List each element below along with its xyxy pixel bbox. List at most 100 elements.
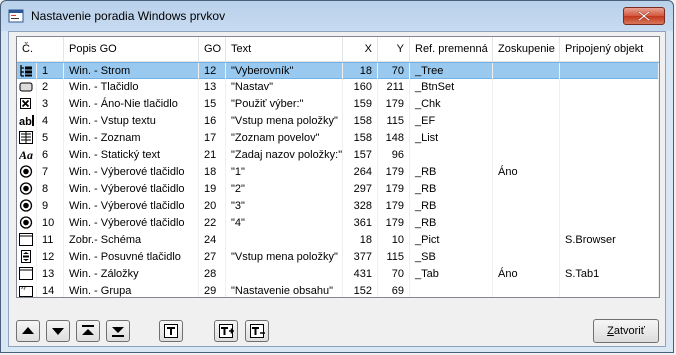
column-header-objekt[interactable]: Pripojený objekt [560,37,659,61]
cell-x: 361 [343,215,378,232]
cell-x: 160 [343,79,378,96]
cell-num: 11 [37,232,64,249]
cell-num: 10 [37,215,64,232]
move-down-button[interactable] [46,320,70,342]
table-row[interactable]: 5 Win. - Zoznam 17 "Zoznam povelov" 158 148 _L… [17,130,659,147]
table-header: Č. Popis GO GO Text X Y Ref. premenná Zo… [17,37,659,62]
cell-popis: Win. - Posuvné tlačidlo [64,249,199,266]
cell-y: 179 [378,198,410,215]
tab-insert-after-button[interactable] [245,320,269,342]
cell-obj [560,283,659,297]
column-header-text[interactable]: Text [226,37,343,61]
cell-obj [560,198,659,215]
cell-num: 8 [37,181,64,198]
cell-go: 22 [199,215,226,232]
cell-num: 6 [37,147,64,164]
cell-ref: _List [410,130,493,147]
cell-zosk [493,283,560,297]
cell-ref: _Chk [410,96,493,113]
tab-insert-after-icon [250,324,265,338]
window-close-button[interactable] [623,7,665,25]
cell-x: 157 [343,147,378,164]
close-dialog-button[interactable]: Zatvoriť [593,319,659,343]
tab-order-button[interactable] [159,320,183,342]
column-header-x[interactable]: X [343,37,378,61]
cell-popis: Win. - Zoznam [64,130,199,147]
tab-order-icon [164,324,178,338]
table-row[interactable]: 3 Win. - Áno-Nie tlačidlo 15 "Použiť výber:… [17,96,659,113]
table-row[interactable]: 9 Win. - Výberové tlačidlo 20 "3" 328 179 _RB [17,198,659,215]
cell-ref: _RB [410,215,493,232]
cell-zosk [493,147,560,164]
checkbox-icon [17,96,37,113]
cell-popis: Win. - Výberové tlačidlo [64,164,199,181]
cell-ref: _RB [410,164,493,181]
cell-go: 20 [199,198,226,215]
cell-x: 18 [343,63,378,80]
elements-table[interactable]: Č. Popis GO GO Text X Y Ref. premenná Zo… [16,36,660,298]
cell-popis: Win. - Výberové tlačidlo [64,215,199,232]
cell-y: 115 [378,249,410,266]
table-row[interactable]: 10 Win. - Výberové tlačidlo 22 "4" 361 179 _RB [17,215,659,232]
column-header-num[interactable]: Č. [17,37,64,61]
tab-insert-before-button[interactable] [214,320,238,342]
cell-text: "3" [226,198,343,215]
column-header-popis[interactable]: Popis GO [64,37,199,61]
cell-text: "Nastavenie obsahu" [226,283,343,297]
cell-y: 179 [378,181,410,198]
table-row[interactable]: 11 Zobr.- Schéma 24 18 10 _Pict S.Browser [17,232,659,249]
cell-obj [560,164,659,181]
dialog-window: Nastavenie poradia Windows prvkov Č. Pop… [0,0,674,353]
move-bottom-button[interactable] [106,320,130,342]
cell-zosk: Áno [493,164,560,181]
table-row[interactable]: 13 Win. - Záložky 28 431 70 _Tab Áno S.Tab1 [17,266,659,283]
cell-go: 24 [199,232,226,249]
move-up-button[interactable] [16,320,40,342]
column-header-go[interactable]: GO [199,37,226,61]
table-row[interactable]: xy 14 Win. - Grupa 29 "Nastavenie obsahu" 152… [17,283,659,297]
cell-y: 69 [378,283,410,297]
column-header-zoskupenie[interactable]: Zoskupenie [493,37,560,61]
table-row[interactable]: ab 4 Win. - Vstup textu 16 "Vstup mena polož… [17,113,659,130]
cell-x: 328 [343,198,378,215]
column-header-ref[interactable]: Ref. premenná [410,37,493,61]
table-row[interactable]: 8 Win. - Výberové tlačidlo 19 "2" 297 179 _RB [17,181,659,198]
cell-obj [560,130,659,147]
svg-text:xy: xy [21,285,27,291]
cell-text: "2" [226,181,343,198]
table-row[interactable]: 1 Win. - Strom 12 "Vyberovník" 18 70 _Tree [17,62,659,80]
cell-obj [560,96,659,113]
title-bar[interactable]: Nastavenie poradia Windows prvkov [1,1,673,31]
window-title: Nastavenie poradia Windows prvkov [31,9,226,23]
cell-go: 15 [199,96,226,113]
cell-zosk [493,63,560,80]
cell-obj [560,249,659,266]
cell-num: 4 [37,113,64,130]
cell-y: 179 [378,215,410,232]
cell-obj [560,215,659,232]
cell-y: 96 [378,147,410,164]
cell-zosk [493,113,560,130]
cell-popis: Zobr.- Schéma [64,232,199,249]
cell-x: 264 [343,164,378,181]
cell-num: 14 [37,283,64,297]
cell-x: 159 [343,96,378,113]
table-row[interactable]: 7 Win. - Výberové tlačidlo 18 "1" 264 179 _RB Á… [17,164,659,181]
move-top-button[interactable] [76,320,100,342]
cell-x: 152 [343,283,378,297]
close-button-label: atvoriť [613,325,645,337]
table-row[interactable]: 2 Win. - Tlačidlo 13 "Nastav" 160 211 _BtnSet [17,79,659,96]
table-row[interactable]: 12 Win. - Posuvné tlačidlo 27 "Vstup mena p… [17,249,659,266]
cell-text: "Nastav" [226,79,343,96]
cell-go: 19 [199,181,226,198]
table-row[interactable]: Aa 6 Win. - Statický text 21 "Zadaj nazov po… [17,147,659,164]
column-header-y[interactable]: Y [378,37,410,61]
move-top-icon [82,325,94,335]
cell-text: "Zadaj nazov položky:" [226,147,343,164]
cell-zosk [493,181,560,198]
cell-obj [560,63,659,80]
cell-zosk: Áno [493,266,560,283]
cell-ref: _Pict [410,232,493,249]
cell-go: 27 [199,249,226,266]
cell-ref: _Tree [410,63,493,80]
